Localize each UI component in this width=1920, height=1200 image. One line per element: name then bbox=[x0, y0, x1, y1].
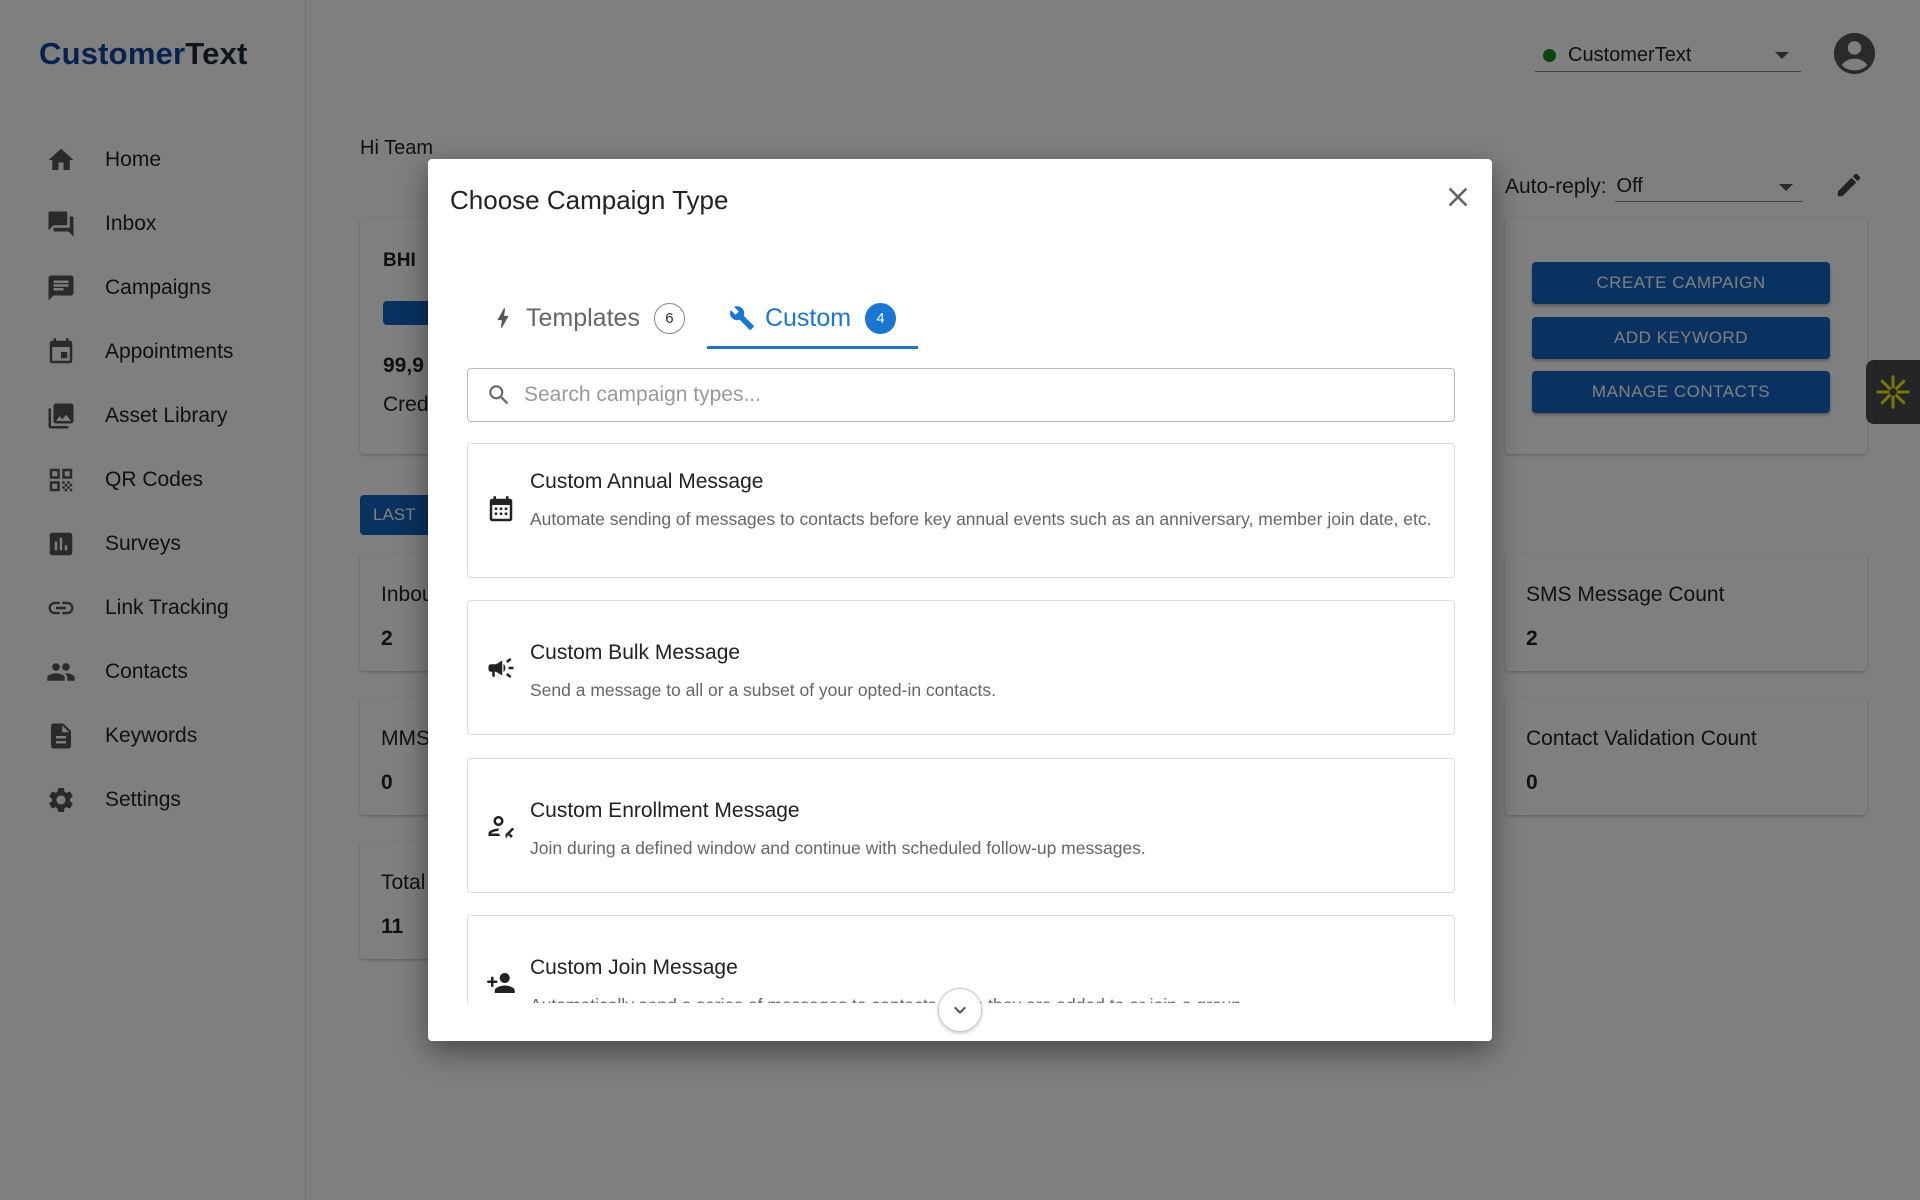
scroll-down-button[interactable] bbox=[938, 988, 982, 1032]
megaphone-icon bbox=[486, 653, 516, 683]
tab-label: Custom bbox=[764, 303, 852, 332]
person-add-icon bbox=[486, 968, 516, 998]
wrench-icon bbox=[729, 305, 755, 331]
dialog-title: Choose Campaign Type bbox=[450, 185, 729, 215]
choose-campaign-type-dialog: Choose Campaign Type Templates 6 Custom … bbox=[428, 159, 1492, 1041]
list-item-custom-annual-message[interactable]: Custom Annual Message Automate sending o… bbox=[467, 443, 1455, 578]
calendar-icon bbox=[486, 495, 516, 525]
count-badge: 4 bbox=[865, 302, 897, 334]
person-edit-icon bbox=[486, 811, 516, 841]
item-title: Custom Enrollment Message bbox=[530, 799, 800, 822]
list-item-custom-bulk-message[interactable]: Custom Bulk Message Send a message to al… bbox=[467, 600, 1455, 735]
list-item-custom-enrollment-message[interactable]: Custom Enrollment Message Join during a … bbox=[467, 758, 1455, 893]
campaign-type-list: Custom Annual Message Automate sending o… bbox=[467, 443, 1455, 1003]
close-icon bbox=[1448, 187, 1468, 207]
search-input[interactable] bbox=[524, 383, 1424, 407]
tab-templates[interactable]: Templates 6 bbox=[468, 289, 707, 347]
close-button[interactable] bbox=[1442, 181, 1474, 213]
item-title: Custom Join Message bbox=[530, 956, 738, 979]
item-title: Custom Annual Message bbox=[530, 470, 764, 493]
campaign-type-tabs: Templates 6 Custom 4 bbox=[468, 289, 919, 349]
tab-custom[interactable]: Custom 4 bbox=[706, 289, 919, 349]
count-badge: 6 bbox=[653, 302, 685, 334]
search-field bbox=[467, 368, 1455, 422]
item-description: Automate sending of messages to contacts… bbox=[530, 509, 1432, 529]
item-description: Send a message to all or a subset of you… bbox=[530, 680, 996, 700]
chevron-down-icon bbox=[954, 1006, 966, 1014]
tab-label: Templates bbox=[526, 303, 640, 332]
bolt-icon bbox=[490, 305, 516, 331]
item-description: Automatically send a series of messages … bbox=[530, 993, 1435, 1003]
search-icon bbox=[486, 382, 512, 408]
item-description: Join during a defined window and continu… bbox=[530, 838, 1146, 858]
item-title: Custom Bulk Message bbox=[530, 641, 741, 664]
